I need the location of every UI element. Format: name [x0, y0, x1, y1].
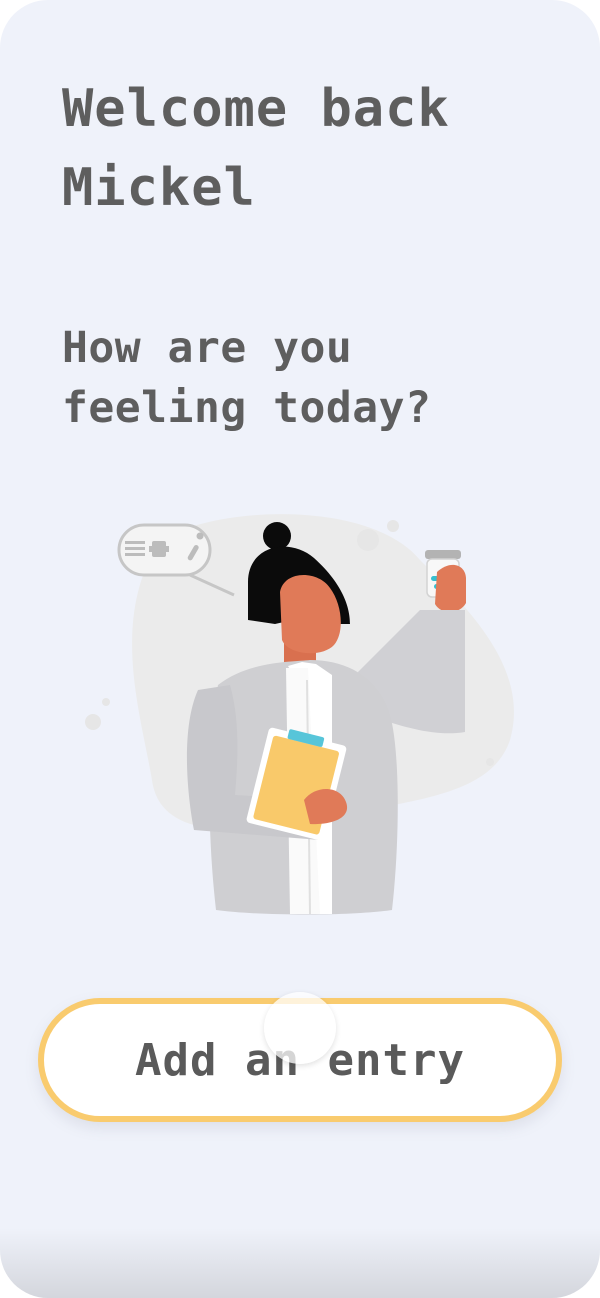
mood-question-line-2: feeling today?: [62, 383, 432, 433]
welcome-line-1: Welcome back: [62, 79, 450, 139]
hair-bun: [263, 522, 291, 550]
decor-dot: [387, 520, 399, 532]
decor-dot: [102, 698, 110, 706]
decor-dot: [85, 714, 101, 730]
app-screen: Welcome back Mickel How are you feeling …: [0, 0, 600, 1298]
welcome-username: Mickel: [62, 158, 256, 218]
mood-question-line-1: How are you: [62, 323, 353, 373]
raised-hand: [435, 564, 466, 613]
woman-with-medication-illustration: [85, 514, 514, 915]
welcome-heading: Welcome back Mickel: [62, 70, 450, 228]
decor-dot: [486, 758, 494, 766]
decor-dot: [357, 529, 379, 551]
mood-question: How are you feeling today?: [62, 318, 431, 438]
bottom-fade: [0, 1228, 600, 1298]
touch-indicator: [264, 992, 336, 1064]
